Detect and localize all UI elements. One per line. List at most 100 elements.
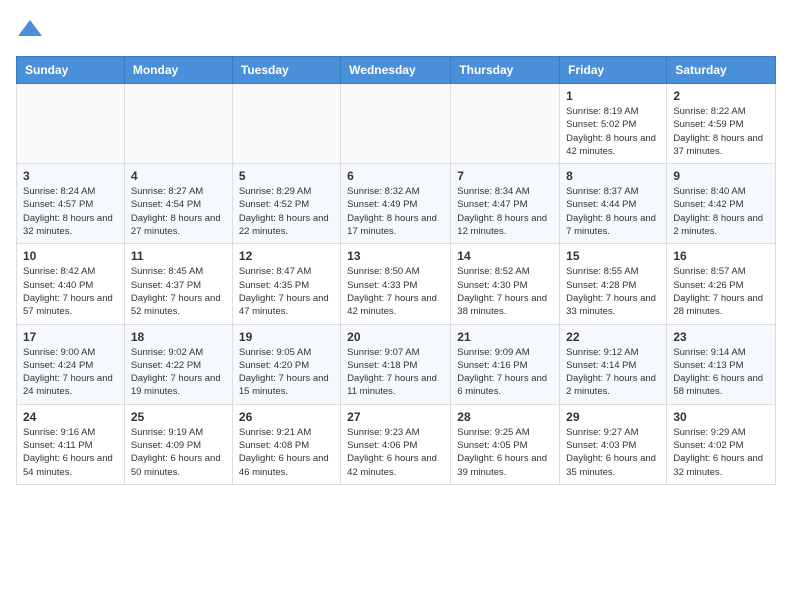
day-header-saturday: Saturday (667, 57, 776, 84)
calendar-cell: 26 Sunrise: 9:21 AM Sunset: 4:08 PM Dayli… (232, 404, 340, 484)
calendar-week-5: 24 Sunrise: 9:16 AM Sunset: 4:11 PM Dayli… (17, 404, 776, 484)
calendar-cell: 15 Sunrise: 8:55 AM Sunset: 4:28 PM Dayli… (560, 244, 667, 324)
day-info: Sunrise: 9:21 AM Sunset: 4:08 PM Dayligh… (239, 426, 334, 479)
day-number: 20 (347, 330, 444, 344)
day-info: Sunrise: 9:07 AM Sunset: 4:18 PM Dayligh… (347, 346, 444, 399)
day-info: Sunrise: 8:29 AM Sunset: 4:52 PM Dayligh… (239, 185, 334, 238)
day-info: Sunrise: 9:09 AM Sunset: 4:16 PM Dayligh… (457, 346, 553, 399)
day-number: 27 (347, 410, 444, 424)
day-number: 15 (566, 249, 660, 263)
calendar-week-2: 3Sunrise: 8:24 AM Sunset: 4:57 PM Daylig… (17, 164, 776, 244)
calendar-cell (124, 84, 232, 164)
day-number: 7 (457, 169, 553, 183)
calendar-cell: 24 Sunrise: 9:16 AM Sunset: 4:11 PM Dayli… (17, 404, 125, 484)
calendar-cell: 25 Sunrise: 9:19 AM Sunset: 4:09 PM Dayli… (124, 404, 232, 484)
day-info: Sunrise: 8:50 AM Sunset: 4:33 PM Dayligh… (347, 265, 444, 318)
day-info: Sunrise: 9:29 AM Sunset: 4:02 PM Dayligh… (673, 426, 769, 479)
day-info: Sunrise: 8:32 AM Sunset: 4:49 PM Dayligh… (347, 185, 444, 238)
day-info: Sunrise: 8:37 AM Sunset: 4:44 PM Dayligh… (566, 185, 660, 238)
day-number: 3 (23, 169, 118, 183)
day-info: Sunrise: 9:25 AM Sunset: 4:05 PM Dayligh… (457, 426, 553, 479)
calendar-cell: 21 Sunrise: 9:09 AM Sunset: 4:16 PM Dayli… (451, 324, 560, 404)
calendar-cell: 6 Sunrise: 8:32 AM Sunset: 4:49 PM Daylig… (341, 164, 451, 244)
day-info: Sunrise: 8:45 AM Sunset: 4:37 PM Dayligh… (131, 265, 226, 318)
calendar-cell: 11 Sunrise: 8:45 AM Sunset: 4:37 PM Dayli… (124, 244, 232, 324)
calendar-cell: 23 Sunrise: 9:14 AM Sunset: 4:13 PM Dayli… (667, 324, 776, 404)
day-info: Sunrise: 9:02 AM Sunset: 4:22 PM Dayligh… (131, 346, 226, 399)
calendar-cell: 29 Sunrise: 9:27 AM Sunset: 4:03 PM Dayli… (560, 404, 667, 484)
day-number: 19 (239, 330, 334, 344)
day-info: Sunrise: 8:52 AM Sunset: 4:30 PM Dayligh… (457, 265, 553, 318)
calendar-cell: 16 Sunrise: 8:57 AM Sunset: 4:26 PM Dayli… (667, 244, 776, 324)
day-info: Sunrise: 8:40 AM Sunset: 4:42 PM Dayligh… (673, 185, 769, 238)
day-number: 6 (347, 169, 444, 183)
day-number: 24 (23, 410, 118, 424)
calendar-cell: 18 Sunrise: 9:02 AM Sunset: 4:22 PM Dayli… (124, 324, 232, 404)
calendar-cell: 19 Sunrise: 9:05 AM Sunset: 4:20 PM Dayli… (232, 324, 340, 404)
day-number: 17 (23, 330, 118, 344)
calendar-cell (17, 84, 125, 164)
day-info: Sunrise: 9:16 AM Sunset: 4:11 PM Dayligh… (23, 426, 118, 479)
calendar-cell: 3Sunrise: 8:24 AM Sunset: 4:57 PM Daylig… (17, 164, 125, 244)
calendar-cell (341, 84, 451, 164)
day-info: Sunrise: 8:57 AM Sunset: 4:26 PM Dayligh… (673, 265, 769, 318)
day-number: 25 (131, 410, 226, 424)
page-header (16, 16, 776, 44)
calendar-cell: 20 Sunrise: 9:07 AM Sunset: 4:18 PM Dayli… (341, 324, 451, 404)
calendar-cell: 7Sunrise: 8:34 AM Sunset: 4:47 PM Daylig… (451, 164, 560, 244)
day-number: 12 (239, 249, 334, 263)
day-header-sunday: Sunday (17, 57, 125, 84)
calendar-cell: 1 Sunrise: 8:19 AM Sunset: 5:02 PM Daylig… (560, 84, 667, 164)
day-number: 1 (566, 89, 660, 103)
day-number: 23 (673, 330, 769, 344)
calendar-cell: 9 Sunrise: 8:40 AM Sunset: 4:42 PM Daylig… (667, 164, 776, 244)
day-number: 5 (239, 169, 334, 183)
logo (16, 16, 48, 44)
day-number: 18 (131, 330, 226, 344)
calendar-cell (451, 84, 560, 164)
day-number: 26 (239, 410, 334, 424)
calendar-cell: 28 Sunrise: 9:25 AM Sunset: 4:05 PM Dayli… (451, 404, 560, 484)
day-info: Sunrise: 9:27 AM Sunset: 4:03 PM Dayligh… (566, 426, 660, 479)
calendar-week-4: 17 Sunrise: 9:00 AM Sunset: 4:24 PM Dayli… (17, 324, 776, 404)
calendar-cell: 2 Sunrise: 8:22 AM Sunset: 4:59 PM Daylig… (667, 84, 776, 164)
day-number: 13 (347, 249, 444, 263)
calendar-cell: 13 Sunrise: 8:50 AM Sunset: 4:33 PM Dayli… (341, 244, 451, 324)
day-number: 11 (131, 249, 226, 263)
day-number: 8 (566, 169, 660, 183)
day-number: 10 (23, 249, 118, 263)
calendar-cell: 22 Sunrise: 9:12 AM Sunset: 4:14 PM Dayli… (560, 324, 667, 404)
day-number: 21 (457, 330, 553, 344)
day-number: 30 (673, 410, 769, 424)
calendar-cell: 10 Sunrise: 8:42 AM Sunset: 4:40 PM Dayli… (17, 244, 125, 324)
day-number: 9 (673, 169, 769, 183)
day-header-tuesday: Tuesday (232, 57, 340, 84)
calendar-cell: 8 Sunrise: 8:37 AM Sunset: 4:44 PM Daylig… (560, 164, 667, 244)
calendar-cell: 12 Sunrise: 8:47 AM Sunset: 4:35 PM Dayli… (232, 244, 340, 324)
calendar-cell: 30 Sunrise: 9:29 AM Sunset: 4:02 PM Dayli… (667, 404, 776, 484)
day-number: 28 (457, 410, 553, 424)
calendar-week-1: 1 Sunrise: 8:19 AM Sunset: 5:02 PM Daylig… (17, 84, 776, 164)
day-number: 2 (673, 89, 769, 103)
calendar-header-row: SundayMondayTuesdayWednesdayThursdayFrid… (17, 57, 776, 84)
day-info: Sunrise: 8:55 AM Sunset: 4:28 PM Dayligh… (566, 265, 660, 318)
day-info: Sunrise: 8:42 AM Sunset: 4:40 PM Dayligh… (23, 265, 118, 318)
day-info: Sunrise: 8:27 AM Sunset: 4:54 PM Dayligh… (131, 185, 226, 238)
day-info: Sunrise: 8:47 AM Sunset: 4:35 PM Dayligh… (239, 265, 334, 318)
day-info: Sunrise: 8:19 AM Sunset: 5:02 PM Dayligh… (566, 105, 660, 158)
day-info: Sunrise: 9:14 AM Sunset: 4:13 PM Dayligh… (673, 346, 769, 399)
day-number: 22 (566, 330, 660, 344)
day-number: 29 (566, 410, 660, 424)
calendar-cell: 5 Sunrise: 8:29 AM Sunset: 4:52 PM Daylig… (232, 164, 340, 244)
day-header-monday: Monday (124, 57, 232, 84)
day-header-thursday: Thursday (451, 57, 560, 84)
day-info: Sunrise: 9:19 AM Sunset: 4:09 PM Dayligh… (131, 426, 226, 479)
day-info: Sunrise: 8:22 AM Sunset: 4:59 PM Dayligh… (673, 105, 769, 158)
day-number: 16 (673, 249, 769, 263)
calendar-cell: 14Sunrise: 8:52 AM Sunset: 4:30 PM Dayli… (451, 244, 560, 324)
day-number: 4 (131, 169, 226, 183)
day-info: Sunrise: 9:12 AM Sunset: 4:14 PM Dayligh… (566, 346, 660, 399)
day-info: Sunrise: 9:05 AM Sunset: 4:20 PM Dayligh… (239, 346, 334, 399)
day-header-friday: Friday (560, 57, 667, 84)
day-info: Sunrise: 9:00 AM Sunset: 4:24 PM Dayligh… (23, 346, 118, 399)
